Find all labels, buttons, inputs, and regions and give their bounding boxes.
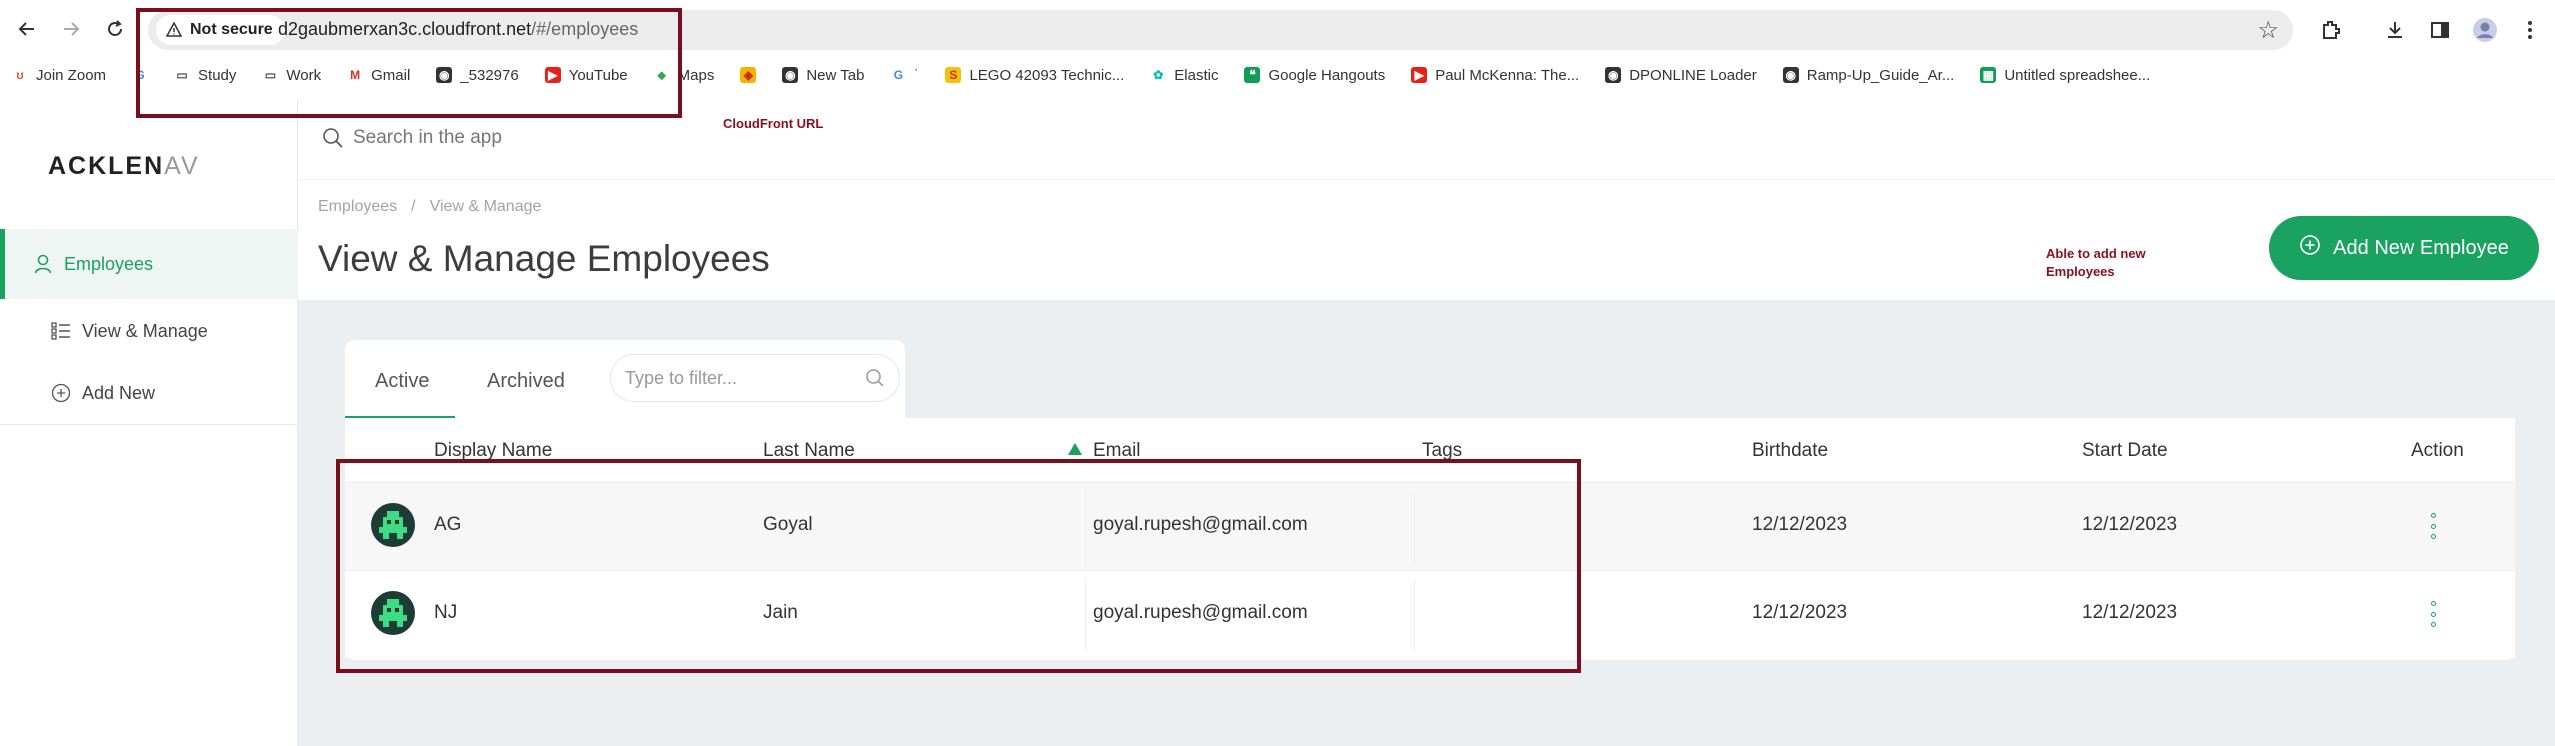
bookmark-label: DPONLINE Loader (1629, 66, 1757, 84)
download-icon[interactable] (2379, 14, 2411, 46)
bookmark-item[interactable]: S LEGO 42093 Technic... (945, 67, 1124, 84)
youtube-icon: ▶ (1411, 67, 1428, 83)
page-title: View & Manage Employees (318, 238, 770, 279)
tab-active[interactable]: Active (375, 370, 429, 393)
bookmark-label: Ramp-Up_Guide_Ar... (1806, 66, 1955, 84)
elastic-icon: ✿ (1153, 68, 1164, 82)
bookmark-label: New Tab (806, 66, 865, 84)
sidebar-item-label: Add New (82, 382, 156, 403)
bookmark-label: Paul McKenna: The... (1435, 66, 1580, 84)
annotation-add-employees: Able to add new Employees (2046, 245, 2146, 281)
breadcrumb-root[interactable]: Employees (318, 198, 397, 215)
extensions-icon[interactable] (2315, 14, 2347, 46)
user-icon (32, 253, 54, 275)
bookmark-label: LEGO 42093 Technic... (969, 66, 1125, 84)
bookmark-label: Google Hangouts (1268, 66, 1386, 84)
logo-main: ACKLEN (48, 152, 165, 180)
row-actions-icon[interactable] (2431, 513, 2437, 539)
breadcrumb-current: View & Manage (429, 198, 542, 215)
bookmark-item[interactable]: ❝ Google Hangouts (1244, 67, 1385, 84)
sidebar: ACKLENAV Employees View & Manage Add New (0, 100, 298, 746)
kebab-menu-icon[interactable] (2514, 14, 2546, 46)
sidebar-item-label: Employees (64, 253, 154, 274)
bookmark-item[interactable]: ◉ New Tab (782, 67, 864, 84)
row-actions-icon[interactable] (2431, 601, 2437, 627)
column-header-action: Action (2411, 440, 2464, 461)
globe-icon: ◉ (1782, 67, 1799, 83)
bookmark-label: Untitled spreadshee... (2004, 66, 2151, 84)
breadcrumb: Employees / View & Manage (318, 198, 541, 216)
tab-archived[interactable]: Archived (487, 370, 565, 393)
globe-icon: ◉ (1605, 67, 1622, 83)
sheets-icon: ▦ (1980, 67, 1997, 83)
bookmark-label: Elastic (1174, 66, 1219, 84)
column-header-birthdate[interactable]: Birthdate (1752, 440, 1828, 462)
filter-input[interactable]: Type to filter... (610, 354, 900, 402)
app-logo[interactable]: ACKLENAV (48, 152, 200, 181)
bookmark-star-icon[interactable]: ☆ (2257, 16, 2279, 45)
bookmark-item[interactable]: ✿ Elastic (1150, 67, 1218, 84)
plus-circle-icon (2299, 234, 2321, 262)
lego-icon: S (945, 67, 962, 83)
bookmark-item[interactable]: ʊ Join Zoom (12, 67, 106, 84)
bookmark-item[interactable]: ◉ Ramp-Up_Guide_Ar... (1782, 66, 1955, 84)
cell-start-date: 12/12/2023 (2082, 602, 2178, 623)
profile-avatar-icon[interactable] (2469, 14, 2501, 46)
google-icon: G (893, 68, 904, 82)
app-icon: ◈ (740, 67, 757, 83)
reload-icon[interactable] (100, 14, 130, 44)
annotation-box-url (136, 8, 682, 118)
bookmark-item[interactable]: G ˙ (890, 66, 920, 84)
bookmark-item[interactable]: ▶ Paul McKenna: The... (1411, 67, 1579, 84)
search-input[interactable]: Search in the app (353, 127, 502, 149)
cell-start-date: 12/12/2023 (2082, 514, 2178, 535)
cell-birthdate: 12/12/2023 (1752, 514, 1848, 535)
sidebar-item-employees[interactable]: Employees (0, 229, 298, 299)
back-icon[interactable] (12, 14, 42, 44)
sort-ascending-icon[interactable] (1068, 443, 1082, 455)
page-header: Employees / View & Manage View & Manage Em… (298, 180, 2555, 300)
add-new-employee-button[interactable]: Add New Employee (2269, 216, 2539, 280)
tabs-card: Active Archived Type to filter... (345, 340, 905, 419)
annotation-add-line2: Employees (2046, 264, 2115, 279)
hangouts-icon: ❝ (1244, 67, 1261, 83)
bookmark-item[interactable]: ◈ (740, 67, 757, 83)
annotation-box-table-rows (336, 459, 1581, 673)
list-icon (50, 320, 72, 342)
sidebar-item-label: View & Manage (82, 320, 208, 341)
breadcrumb-separator: / (411, 198, 416, 215)
side-panel-icon[interactable] (2424, 14, 2456, 46)
sidebar-item-view-manage[interactable]: View & Manage (0, 296, 298, 366)
add-new-employee-label: Add New Employee (2333, 236, 2509, 259)
column-header-start-date[interactable]: Start Date (2082, 440, 2168, 462)
logo-fade: AV (164, 152, 200, 180)
zoom-icon: ʊ (16, 68, 24, 82)
sidebar-item-add-new[interactable]: Add New (0, 358, 298, 428)
bookmark-item[interactable]: ▦ Untitled spreadshee... (1980, 67, 2150, 84)
bookmark-item[interactable]: ◉ DPONLINE Loader (1605, 67, 1757, 84)
globe-icon: ◉ (782, 67, 799, 83)
forward-icon[interactable] (56, 14, 86, 44)
annotation-cloudfront-url: CloudFront URL (723, 116, 824, 131)
cell-birthdate: 12/12/2023 (1752, 602, 1848, 623)
bookmark-label: Maps (677, 66, 715, 84)
search-icon (322, 127, 344, 154)
search-icon (865, 368, 885, 393)
plus-circle-icon (50, 382, 72, 404)
bookmark-label: Join Zoom (36, 66, 107, 84)
sidebar-divider (0, 424, 298, 425)
annotation-add-line1: Able to add new (2046, 246, 2146, 261)
bookmark-label: ˙ (914, 66, 920, 84)
filter-placeholder: Type to filter... (625, 368, 738, 388)
